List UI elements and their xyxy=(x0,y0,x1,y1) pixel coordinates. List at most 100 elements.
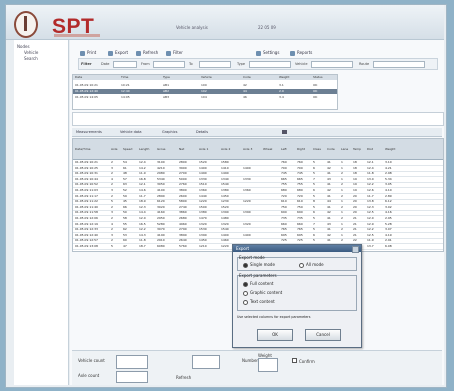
cell: 1540 xyxy=(221,227,229,232)
cell: 6.08 xyxy=(385,244,392,248)
filter-button[interactable]: Filter xyxy=(166,50,183,56)
weight-field[interactable] xyxy=(258,358,278,372)
cell: 12.5 xyxy=(367,210,374,215)
cell: 01.05.09 10:21 xyxy=(75,160,98,164)
main-col-header[interactable]: Dist xyxy=(367,147,373,151)
main-col-header[interactable]: Lane xyxy=(341,147,348,151)
filter-type-select[interactable] xyxy=(249,61,291,68)
reports-label: Reports xyxy=(297,50,313,55)
cell: 690 xyxy=(297,210,303,215)
cell: 12.6 xyxy=(367,188,374,192)
close-icon[interactable] xyxy=(352,246,359,253)
ok-button[interactable]: OK xyxy=(257,329,293,341)
main-col-header[interactable]: Length xyxy=(139,147,149,151)
cell: 18.7 xyxy=(139,244,146,248)
cancel-button[interactable]: Cancel xyxy=(305,329,341,341)
main-col-header[interactable]: Left xyxy=(281,147,287,151)
cell: 680 xyxy=(297,188,303,192)
cell: 1 xyxy=(341,232,343,237)
refresh-footer-link[interactable]: Refresh xyxy=(176,375,191,380)
export-icon xyxy=(108,50,113,56)
sidebar-item-nodes[interactable]: Nodes xyxy=(17,44,30,49)
cell: 4 xyxy=(111,221,113,226)
reports-button[interactable]: Reports xyxy=(290,50,312,56)
cell: 12.4 xyxy=(367,165,374,170)
tab-graphics[interactable]: Graphics xyxy=(162,130,177,134)
cell: 3050 xyxy=(157,182,165,187)
table-row[interactable]: 01.05.09 10:21 10:21 AB1 100 42 3.1 OK xyxy=(73,83,337,88)
table-row[interactable]: 01.05.09 14:05 14:05 AB3 104 46 3.4 OK xyxy=(73,95,337,100)
sidebar-item-vehicle[interactable]: Vehicle xyxy=(24,50,38,55)
main-col-header[interactable]: Speed xyxy=(123,147,132,151)
main-col-header[interactable]: Axle 1 xyxy=(199,147,208,151)
cell: 745 xyxy=(281,171,287,176)
cell: 1360 xyxy=(199,188,207,192)
cell: 12.3 xyxy=(139,204,146,209)
single-mode-radio[interactable]: Single mode xyxy=(243,262,275,268)
cell: 1 xyxy=(341,176,343,181)
number-field[interactable] xyxy=(192,355,220,369)
export-params-label: Export parameters xyxy=(239,273,277,278)
tab-measurements[interactable]: Measurements xyxy=(76,130,102,134)
print-button[interactable]: Print xyxy=(80,50,96,56)
main-col-header[interactable]: Wheel xyxy=(263,147,272,151)
filter-route-input[interactable] xyxy=(373,61,425,68)
cell: 18 xyxy=(353,171,357,176)
cell: 3 xyxy=(111,188,113,192)
export-label: Export xyxy=(115,50,129,55)
vehicle-count-field[interactable] xyxy=(116,355,148,369)
axle-count-field[interactable] xyxy=(116,371,148,383)
sidebar-item-search[interactable]: Search xyxy=(24,56,38,61)
tab-details[interactable]: Details xyxy=(196,130,208,134)
cell: 12.2 xyxy=(367,182,374,187)
main-col-header[interactable]: Axle 2 xyxy=(221,147,230,151)
measurements-table: Date/Time Axle Speed Length Gross Net Axle 1 Ax… xyxy=(72,138,444,252)
all-mode-radio[interactable]: All mode xyxy=(299,262,324,268)
grid-icon[interactable] xyxy=(282,130,287,134)
filter-type-label: Type xyxy=(237,62,246,66)
main-col-header[interactable]: Right xyxy=(297,147,305,151)
export-button[interactable]: Export xyxy=(108,50,128,56)
main-col-header[interactable]: Net xyxy=(179,147,184,151)
graphic-content-radio[interactable]: Graphic content xyxy=(243,290,282,296)
settings-button[interactable]: Settings xyxy=(256,50,279,56)
brand-underline xyxy=(54,34,100,37)
report-icon xyxy=(290,50,295,56)
cell: 4 xyxy=(111,176,113,181)
filter-date-input[interactable] xyxy=(113,61,137,68)
cell: 3.10 xyxy=(385,160,392,164)
main-col-header[interactable]: Weight xyxy=(385,147,395,151)
table-row-selected[interactable]: 01.05.09 12:40 12:40 AB2 102 44 2.9 OK xyxy=(73,89,337,94)
cell: 55 xyxy=(123,221,127,226)
cell: 1390 xyxy=(221,210,229,215)
full-content-radio[interactable]: Full content xyxy=(243,281,273,287)
main-col-header[interactable]: Date/Time xyxy=(75,147,91,151)
cell: 1510 xyxy=(199,182,207,187)
confirm-label: Confirm xyxy=(299,359,315,364)
filter-vehicle-input[interactable] xyxy=(311,61,353,68)
cell: 755 xyxy=(297,182,303,187)
main-col-header[interactable]: Code xyxy=(327,147,335,151)
text-content-radio[interactable]: Text content xyxy=(243,299,275,305)
cell: 610 xyxy=(281,199,287,204)
cell: 11.8 xyxy=(367,171,374,176)
cell: 6 xyxy=(313,232,315,237)
main-col-header[interactable]: Temp xyxy=(353,147,361,151)
cell: 11.7 xyxy=(367,193,374,198)
main-col-header[interactable]: Gross xyxy=(157,147,165,151)
main-col-header[interactable]: Axle 3 xyxy=(243,147,252,151)
cell: 5 xyxy=(313,182,315,187)
cell: 1360 xyxy=(243,188,251,192)
graphic-content-label: Graphic content xyxy=(250,290,283,295)
refresh-button[interactable]: Refresh xyxy=(136,50,158,56)
tab-vehicle-data[interactable]: Vehicle data xyxy=(120,130,142,134)
radio-icon xyxy=(243,262,248,268)
filter-from-input[interactable] xyxy=(153,61,185,68)
main-col-header[interactable]: Class xyxy=(313,147,321,151)
cell: 2 xyxy=(341,171,343,176)
filter-to-input[interactable] xyxy=(199,61,231,68)
main-col-header[interactable]: Axle xyxy=(111,147,118,151)
cell: 755 xyxy=(281,182,287,187)
confirm-checkbox[interactable]: Confirm xyxy=(292,358,315,364)
cell: 1410 xyxy=(221,165,229,170)
